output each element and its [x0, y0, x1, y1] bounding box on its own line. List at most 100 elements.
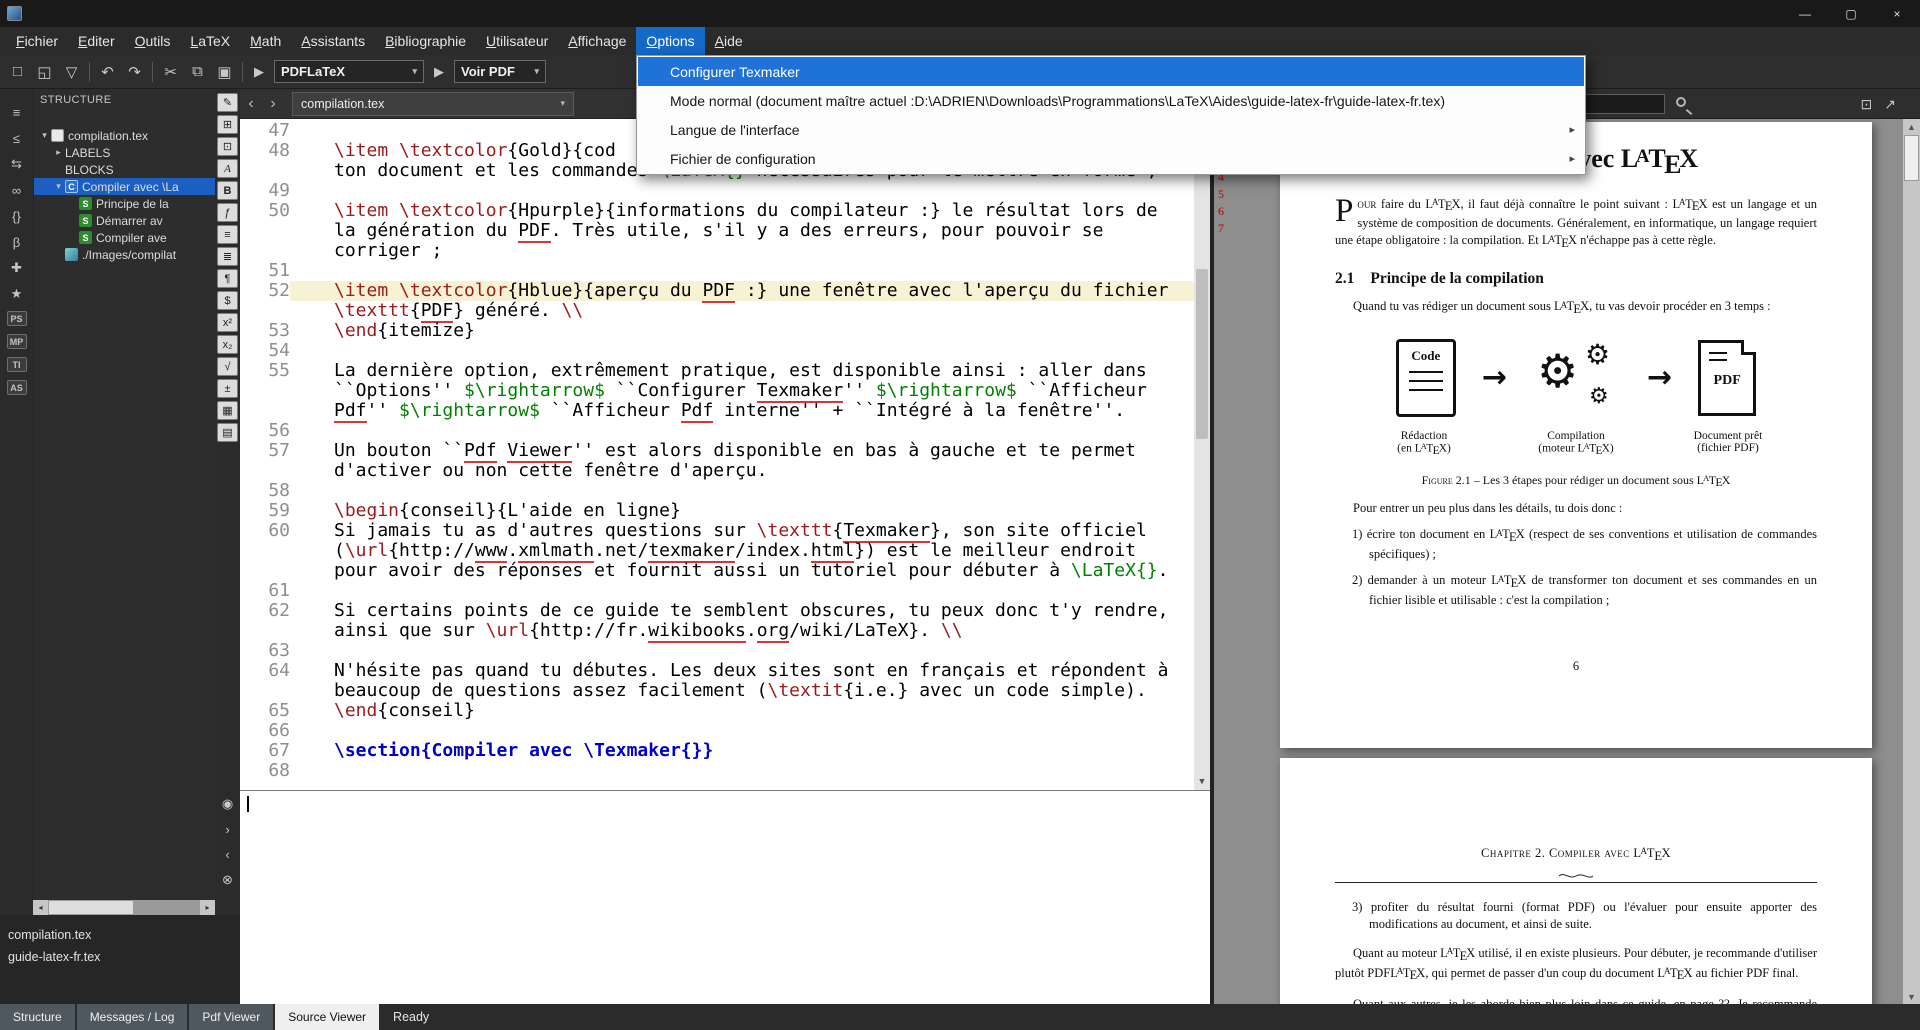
scrollbar-thumb[interactable]: [1904, 135, 1919, 181]
open-file-item[interactable]: guide-latex-fr.tex: [0, 946, 240, 968]
delimiters-icon[interactable]: {}: [4, 207, 30, 225]
code-line[interactable]: (\url{http://www.xmlmath.net/texmaker/in…: [240, 541, 1210, 561]
menu-options[interactable]: Options: [636, 27, 704, 55]
code-line[interactable]: la génération du PDF. Très utile, s'il y…: [240, 221, 1210, 241]
greek-letters-icon[interactable]: β: [4, 233, 30, 251]
structure-item[interactable]: ▾compilation.tex: [34, 127, 215, 144]
scroll-right-icon[interactable]: ▸: [200, 900, 215, 915]
open-file-item[interactable]: compilation.tex: [0, 924, 240, 946]
paste-icon[interactable]: ▣: [211, 59, 238, 85]
code-line[interactable]: d'activer ou non cette fenêtre d'aperçu.: [240, 461, 1210, 481]
maximize-button[interactable]: ▢: [1828, 0, 1874, 27]
pdf-content-area[interactable]: 4567 Compiler avec LATEX Pour faire du L…: [1214, 119, 1920, 1004]
menu-item-langue-interface[interactable]: Langue de l'interface▸: [638, 115, 1584, 144]
tab-prev-icon[interactable]: ‹: [240, 93, 262, 115]
picture-icon[interactable]: ▤: [217, 423, 238, 442]
copy-icon[interactable]: ⧉: [184, 59, 211, 85]
superscript-icon[interactable]: x²: [217, 313, 238, 332]
menu-fichier[interactable]: Fichier: [6, 27, 68, 55]
code-line[interactable]: 51: [240, 261, 1210, 281]
editor-file-tab[interactable]: compilation.tex ▾: [292, 92, 574, 116]
open-file-icon[interactable]: ◱: [31, 59, 58, 85]
itemize-icon[interactable]: ≡: [217, 225, 238, 244]
code-line[interactable]: ainsi que sur \url{http://fr.wikibooks.o…: [240, 621, 1210, 641]
pstricks-icon[interactable]: PS: [7, 311, 27, 326]
menu-item-mode-normal[interactable]: Mode normal (document maître actuel :D:\…: [638, 86, 1584, 115]
menu-editer[interactable]: Editer: [68, 27, 125, 55]
metapost-icon[interactable]: MP: [7, 334, 27, 349]
menu-utilisateur[interactable]: Utilisateur: [476, 27, 558, 55]
structure-item[interactable]: SDémarrer av: [34, 212, 215, 229]
compiler-select[interactable]: PDFLaTeX ▾: [274, 60, 424, 83]
code-line[interactable]: 50\item \textcolor{Hpurple}{informations…: [240, 201, 1210, 221]
code-line[interactable]: 57Un bouton ``Pdf Viewer'' est alors dis…: [240, 441, 1210, 461]
code-line[interactable]: 53\end{itemize}: [240, 321, 1210, 341]
menu-outils[interactable]: Outils: [125, 27, 181, 55]
menu-assistants[interactable]: Assistants: [291, 27, 375, 55]
code-line[interactable]: 68: [240, 761, 1210, 781]
view-run-icon[interactable]: ▶: [427, 64, 451, 80]
asymptote-icon[interactable]: AS: [7, 380, 27, 395]
code-line[interactable]: 54: [240, 341, 1210, 361]
code-line[interactable]: 49: [240, 181, 1210, 201]
enumerate-icon[interactable]: ≣: [217, 247, 238, 266]
print-icon[interactable]: ⊡: [1861, 96, 1873, 113]
scrollbar-thumb[interactable]: [49, 901, 133, 914]
structure-item[interactable]: BLOCKS: [34, 161, 215, 178]
favourite-symbols-icon[interactable]: ★: [4, 285, 30, 303]
tabular-wizard-icon[interactable]: ⊞: [217, 115, 238, 134]
code-line[interactable]: 65\end{conseil}: [240, 701, 1210, 721]
matrix-icon[interactable]: ▦: [217, 401, 238, 420]
menu-affichage[interactable]: Affichage: [558, 27, 636, 55]
scroll-down-icon[interactable]: ▼: [1194, 774, 1210, 790]
most-used-symbols-icon[interactable]: ✚: [4, 259, 30, 277]
structure-item[interactable]: ./Images/compilat: [34, 246, 215, 263]
previous-item-icon[interactable]: ‹: [225, 847, 229, 862]
code-line[interactable]: 60Si jamais tu as d'autres questions sur…: [240, 521, 1210, 541]
menu-item-fichier-configuration[interactable]: Fichier de configuration▸: [638, 144, 1584, 173]
close-panel-icon[interactable]: ⊗: [222, 872, 233, 888]
italic-icon[interactable]: A: [217, 159, 238, 178]
menu-item-configurer-texmaker[interactable]: Configurer Texmaker: [638, 57, 1584, 86]
structure-item[interactable]: ▸LABELS: [34, 144, 215, 161]
code-line[interactable]: 59\begin{conseil}{L'aide en ligne}: [240, 501, 1210, 521]
sqrt-icon[interactable]: √: [217, 357, 238, 376]
menu-math[interactable]: Math: [240, 27, 291, 55]
external-viewer-icon[interactable]: ↗: [1884, 96, 1896, 113]
code-line[interactable]: corriger ;: [240, 241, 1210, 261]
plus-minus-icon[interactable]: ±: [217, 379, 238, 398]
undo-icon[interactable]: ↶: [94, 59, 121, 85]
code-line[interactable]: \texttt{PDF} généré. \\: [240, 301, 1210, 321]
source-editor[interactable]: 4748\item \textcolor{Gold}{codton docume…: [240, 119, 1210, 790]
code-line[interactable]: 55La dernière option, extrêmement pratiq…: [240, 361, 1210, 381]
statusbar-source-viewer[interactable]: Source Viewer: [275, 1004, 379, 1030]
close-button[interactable]: ×: [1874, 0, 1920, 27]
code-line[interactable]: ``Options'' $\rightarrow$ ``Configurer T…: [240, 381, 1210, 401]
scrollbar-thumb[interactable]: [1196, 269, 1208, 439]
code-line[interactable]: 61: [240, 581, 1210, 601]
relation-symbols-icon[interactable]: ≤: [4, 129, 30, 147]
scroll-left-icon[interactable]: ◂: [33, 900, 48, 915]
math-mode-icon[interactable]: $: [217, 291, 238, 310]
scroll-up-icon[interactable]: ▲: [1903, 119, 1920, 134]
redo-icon[interactable]: ↷: [121, 59, 148, 85]
code-line[interactable]: 62Si certains points de ce guide te semb…: [240, 601, 1210, 621]
tikz-icon[interactable]: TI: [7, 357, 27, 372]
pdf-scrollbar[interactable]: ▲ ▼: [1903, 119, 1920, 1004]
structure-horizontal-scrollbar[interactable]: ◂ ▸: [33, 900, 215, 915]
code-line[interactable]: 66: [240, 721, 1210, 741]
menu-latex[interactable]: LaTeX: [180, 27, 240, 55]
code-line[interactable]: 56: [240, 421, 1210, 441]
search-icon[interactable]: [1676, 97, 1686, 107]
toggle-log-icon[interactable]: ◉: [222, 796, 233, 812]
paragraph-icon[interactable]: ¶: [217, 269, 238, 288]
statusbar-pdf-viewer[interactable]: Pdf Viewer: [189, 1004, 273, 1030]
scroll-down-icon[interactable]: ▼: [1903, 989, 1920, 1004]
menu-aide[interactable]: Aide: [705, 27, 753, 55]
save-icon[interactable]: ▽: [58, 59, 85, 85]
menu-bibliographie[interactable]: Bibliographie: [375, 27, 476, 55]
cut-icon[interactable]: ✂: [157, 59, 184, 85]
structure-item[interactable]: ▾CCompiler avec \La: [34, 178, 215, 195]
statusbar-messages-log[interactable]: Messages / Log: [77, 1004, 188, 1030]
structure-tab-icon[interactable]: ≡: [4, 103, 30, 121]
